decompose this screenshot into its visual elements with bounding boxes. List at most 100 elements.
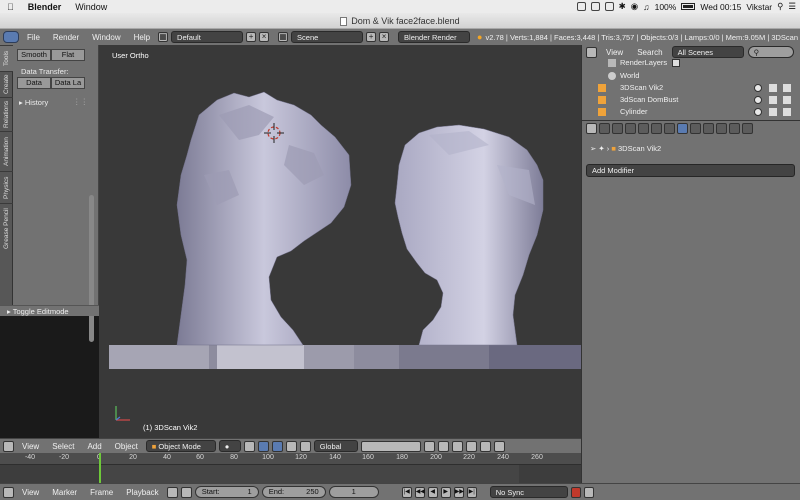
manipulator-icon[interactable] <box>257 440 269 452</box>
render-camera-icon[interactable] <box>783 108 791 116</box>
render-tab-icon[interactable] <box>599 122 610 134</box>
keyframe-icon[interactable] <box>180 486 192 498</box>
scene-dropdown[interactable]: Scene <box>291 31 364 43</box>
scene-browse-icon[interactable]: ▦ <box>278 32 289 42</box>
status-icon-1[interactable] <box>576 2 586 11</box>
scale-manipulator-icon[interactable] <box>299 440 311 452</box>
status-icon-3[interactable] <box>604 2 614 11</box>
select-arrow-icon[interactable] <box>769 84 777 92</box>
select-arrow-icon[interactable] <box>769 108 777 116</box>
snap-element-icon[interactable] <box>465 440 477 452</box>
outliner-editor-icon[interactable] <box>586 46 597 58</box>
tab-physics[interactable]: Physics <box>0 171 13 203</box>
play-icon[interactable]: ▶ <box>440 486 451 498</box>
keying-set-icon[interactable] <box>583 486 594 498</box>
outliner-row-3dscan-vik2[interactable]: 3DScan Vik2 <box>582 82 800 94</box>
file-menu[interactable]: File <box>22 33 45 42</box>
smooth-button[interactable]: Smooth <box>17 49 51 61</box>
outliner-row-cylinder[interactable]: Cylinder <box>582 106 800 118</box>
sync-mode-dropdown[interactable]: No Sync <box>489 486 568 498</box>
editor-type-button[interactable] <box>3 31 19 43</box>
frame-ruler[interactable]: -40 -20 0 20 40 60 80 100 120 140 160 18… <box>0 453 581 465</box>
layout-dropdown[interactable]: Default <box>171 31 244 43</box>
apple-icon[interactable]:  <box>0 2 21 12</box>
properties-editor-icon[interactable] <box>586 122 597 134</box>
constraints-tab-icon[interactable] <box>664 122 675 134</box>
render-menu[interactable]: Render <box>48 33 84 42</box>
tab-create[interactable]: Create <box>0 71 13 97</box>
current-frame-field[interactable]: 1 <box>328 486 379 498</box>
tab-tools[interactable]: Tools <box>0 45 13 71</box>
frame-menu[interactable]: Frame <box>85 488 118 497</box>
current-frame-playhead[interactable] <box>99 453 101 483</box>
mode-dropdown[interactable]: ■ Object Mode <box>145 440 216 452</box>
timeline-editor-icon[interactable] <box>3 486 14 498</box>
menu-list-icon[interactable]: ☰ <box>788 1 796 12</box>
outliner-row-renderlayers[interactable]: RenderLayers <box>582 57 800 69</box>
pivot-point-icon[interactable] <box>243 440 255 452</box>
end-frame-field[interactable]: End: 250 <box>261 486 326 498</box>
scene-add-button[interactable]: + <box>366 32 377 42</box>
left-bust-mesh[interactable] <box>176 91 352 346</box>
toolshelf-scrollbar[interactable] <box>89 195 94 342</box>
next-keyframe-icon[interactable]: ▶▶ <box>453 486 464 498</box>
help-menu[interactable]: Help <box>129 33 155 42</box>
drag-handle-icon[interactable]: ⋮⋮ <box>73 97 88 106</box>
start-frame-field[interactable]: Start: 1 <box>194 486 259 498</box>
scene-delete-button[interactable]: × <box>379 32 390 42</box>
pin-icon[interactable]: ➢ <box>590 144 596 153</box>
timeline[interactable]: -40 -20 0 20 40 60 80 100 120 140 160 18… <box>0 453 581 483</box>
layers-grid[interactable] <box>360 440 421 452</box>
layout-browse-icon[interactable]: ▦ <box>158 32 169 42</box>
window-menu-blender[interactable]: Window <box>87 33 125 42</box>
record-icon[interactable] <box>570 486 581 498</box>
select-arrow-icon[interactable] <box>769 96 777 104</box>
opengl-anim-icon[interactable] <box>493 440 505 452</box>
visibility-eye-icon[interactable] <box>754 96 762 104</box>
opengl-render-icon[interactable] <box>479 440 491 452</box>
status-icon-2[interactable] <box>590 2 600 11</box>
data-button[interactable]: Data <box>17 77 51 89</box>
history-panel-header[interactable]: ▸ History <box>19 98 48 107</box>
app-menu[interactable]: Blender <box>21 2 69 12</box>
render-camera-icon[interactable] <box>783 84 791 92</box>
object-tab-icon[interactable] <box>651 122 662 134</box>
outliner-search-menu[interactable]: Search <box>632 48 667 57</box>
snap-icon[interactable] <box>451 440 463 452</box>
prev-keyframe-icon[interactable]: ◀◀ <box>414 486 425 498</box>
viewport-shading-dropdown[interactable]: ● <box>218 440 241 452</box>
tab-relations[interactable]: Relations <box>0 97 13 131</box>
play-reverse-icon[interactable]: ◀ <box>427 486 438 498</box>
timeline-view-menu[interactable]: View <box>17 488 44 497</box>
render-engine-dropdown[interactable]: Blender Render <box>398 31 471 43</box>
outliner-row-world[interactable]: World <box>582 70 800 82</box>
modifiers-tab-icon[interactable] <box>677 122 688 134</box>
3d-view-editor-icon[interactable] <box>3 440 14 452</box>
texture-tab-icon[interactable] <box>716 122 727 134</box>
render-camera-icon[interactable] <box>783 96 791 104</box>
data-tab-icon[interactable] <box>690 122 701 134</box>
marker-menu[interactable]: Marker <box>47 488 82 497</box>
3d-viewport[interactable]: User Ortho (1) 3DScan Vik2 <box>99 45 581 438</box>
search-icon[interactable]: ⚲ <box>777 1 783 12</box>
rotate-manipulator-icon[interactable] <box>285 440 297 452</box>
battery-icon[interactable] <box>681 3 696 10</box>
right-bust-mesh[interactable] <box>394 124 544 346</box>
visibility-eye-icon[interactable] <box>754 108 762 116</box>
proportional-edit-icon[interactable] <box>437 440 449 452</box>
wifi-icon[interactable]: ◉ <box>631 1 638 12</box>
clock[interactable]: Wed 00:15 <box>700 2 741 12</box>
user-name[interactable]: Vikstar <box>746 2 772 12</box>
view-menu[interactable]: View <box>17 442 44 451</box>
world-tab-icon[interactable] <box>638 122 649 134</box>
tab-grease-pencil[interactable]: Grease Pencil <box>0 203 13 253</box>
material-tab-icon[interactable] <box>703 122 714 134</box>
layout-add-button[interactable]: + <box>246 32 257 42</box>
scene-tab-icon[interactable] <box>625 122 636 134</box>
jump-start-icon[interactable]: |◀ <box>401 486 412 498</box>
preview-range-icon[interactable] <box>166 486 178 498</box>
lock-layers-icon[interactable] <box>423 440 435 452</box>
window-menu[interactable]: Window <box>68 2 114 12</box>
playback-menu[interactable]: Playback <box>121 488 163 497</box>
tab-animation[interactable]: Animation <box>0 131 13 171</box>
